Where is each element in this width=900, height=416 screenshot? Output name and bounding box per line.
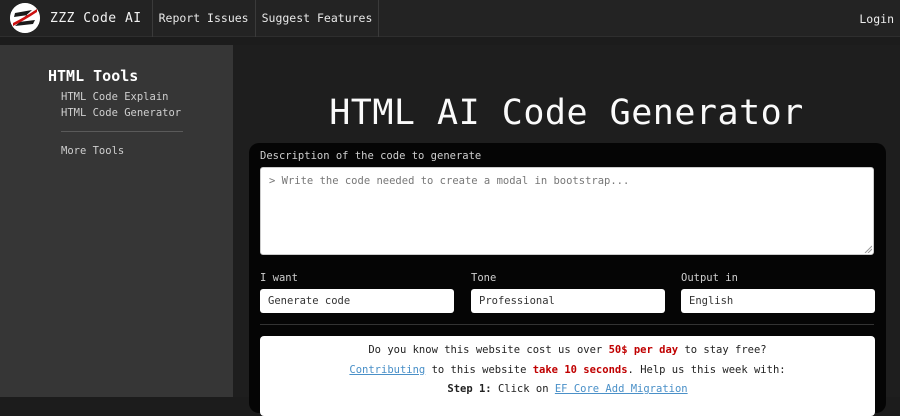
- resize-grip-icon[interactable]: [864, 245, 872, 253]
- description-placeholder: > Write the code needed to create a moda…: [269, 175, 630, 187]
- want-label: I want: [260, 272, 298, 284]
- sidebar-title: HTML Tools: [48, 67, 139, 85]
- description-label: Description of the code to generate: [260, 150, 482, 162]
- form-divider: [260, 324, 874, 325]
- contributing-link[interactable]: Contributing: [349, 364, 425, 376]
- tone-select[interactable]: Professional: [471, 289, 665, 313]
- logo-icon: [10, 3, 40, 33]
- output-label: Output in: [681, 272, 738, 284]
- donation-notice: Do you know this website cost us over 50…: [260, 336, 875, 416]
- description-textarea[interactable]: > Write the code needed to create a moda…: [260, 167, 874, 255]
- tone-value: Professional: [479, 295, 555, 307]
- main-content: HTML AI Code Generator Description of th…: [233, 45, 900, 416]
- notice-time: take 10 seconds: [532, 364, 628, 376]
- notice-text: to stay free?: [678, 344, 767, 356]
- sidebar-item-more-tools[interactable]: More Tools: [61, 145, 124, 157]
- notice-text: Do you know this website cost us over: [368, 344, 609, 356]
- nav-divider: [378, 0, 380, 37]
- step-label: Step 1:: [447, 383, 492, 395]
- notice-cost: 50$ per day: [608, 344, 679, 356]
- notice-text: Click on: [491, 383, 555, 395]
- output-select[interactable]: English: [681, 289, 875, 313]
- notice-line-3: Step 1: Click on EF Core Add Migration: [260, 383, 875, 395]
- nav-suggest-features[interactable]: Suggest Features: [256, 0, 379, 37]
- generator-form: Description of the code to generate > Wr…: [249, 143, 886, 416]
- sidebar-item-html-code-generator[interactable]: HTML Code Generator: [61, 107, 181, 119]
- brand[interactable]: ZZZ Code AI: [0, 0, 142, 37]
- notice-text: . Help us this week with:: [627, 364, 786, 376]
- want-select[interactable]: Generate code: [260, 289, 454, 313]
- ef-core-link[interactable]: EF Core Add Migration: [555, 383, 688, 395]
- nav-report-issues[interactable]: Report Issues: [153, 0, 255, 37]
- tone-label: Tone: [471, 272, 497, 284]
- brand-name: ZZZ Code AI: [50, 10, 142, 26]
- page-title: HTML AI Code Generator: [329, 93, 804, 133]
- sidebar: HTML Tools HTML Code Explain HTML Code G…: [0, 45, 233, 397]
- notice-line-2: Contributing to this website take 10 sec…: [260, 364, 875, 376]
- sidebar-item-html-code-explain[interactable]: HTML Code Explain: [61, 91, 168, 103]
- login-link[interactable]: Login: [859, 0, 894, 37]
- top-navbar: ZZZ Code AI Report Issues Suggest Featur…: [0, 0, 900, 37]
- notice-line-1: Do you know this website cost us over 50…: [260, 344, 875, 356]
- want-value: Generate code: [268, 295, 351, 307]
- output-value: English: [689, 295, 734, 307]
- notice-text: to this website: [425, 364, 533, 376]
- sidebar-divider: [61, 131, 183, 132]
